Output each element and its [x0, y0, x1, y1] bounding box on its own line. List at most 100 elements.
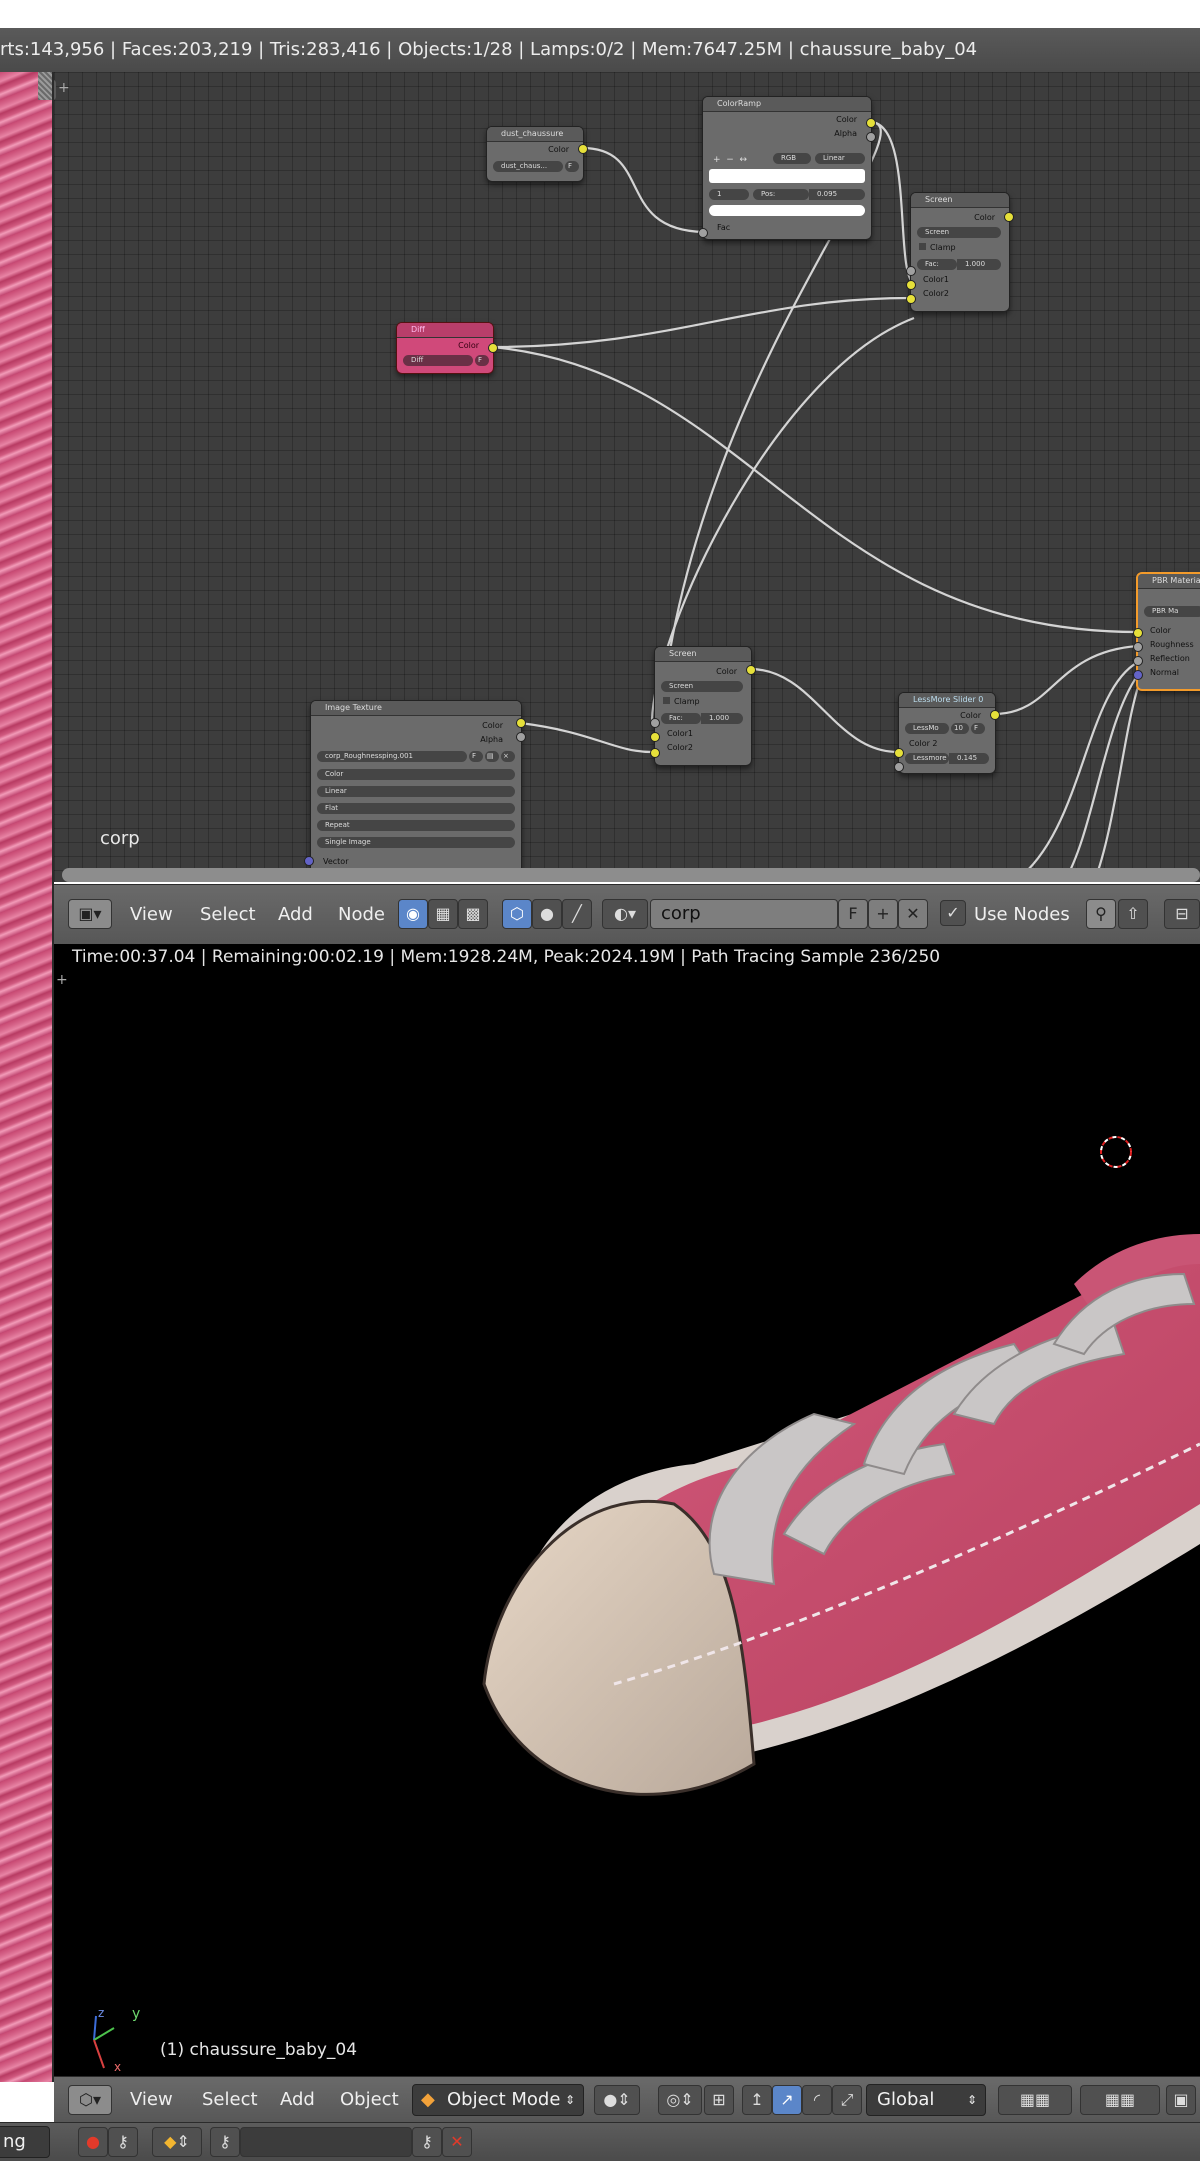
attribute-field[interactable]: dust_chaus... — [493, 161, 563, 172]
material-name-field[interactable]: corp — [650, 899, 838, 929]
ramp-color-mode[interactable]: RGB — [773, 153, 811, 164]
socket-output-color[interactable] — [866, 118, 876, 128]
linestyle-shader-icon[interactable]: ╱ — [562, 899, 592, 929]
rotate-manipulator-icon[interactable]: ◜ — [802, 2085, 832, 2115]
parent-node-tree-icon[interactable]: ⇧ — [1118, 899, 1148, 929]
scene-layers-icon[interactable]: ▦▦ — [998, 2085, 1072, 2115]
viewport-shading-icon[interactable]: ●⇕ — [594, 2085, 640, 2115]
socket-output-alpha[interactable] — [516, 732, 526, 742]
fake-user-toggle[interactable]: F — [475, 355, 489, 366]
ramp-stop-index[interactable]: 1 — [709, 189, 749, 200]
projection-dropdown[interactable]: Flat — [317, 803, 515, 814]
keyframe-type-icon[interactable]: ◆⇕ — [152, 2127, 202, 2157]
texture-preview-strip[interactable] — [0, 72, 54, 2082]
socket-input-color[interactable] — [1133, 628, 1143, 638]
keying-set-icon[interactable]: ⚷ — [210, 2127, 240, 2157]
render-preview-icon[interactable]: ▣ — [1166, 2085, 1196, 2115]
scale-manipulator-icon[interactable]: ⤢ — [832, 2085, 862, 2115]
compositing-nodes-icon[interactable]: ▦ — [428, 899, 458, 929]
lessmore-slider-value[interactable]: 0.145 — [949, 753, 989, 764]
fac-value[interactable]: 1.000 — [957, 259, 1001, 270]
new-material-icon[interactable]: + — [868, 899, 898, 929]
node-diff[interactable]: Diff Color Diff F — [396, 322, 494, 374]
socket-output-color[interactable] — [578, 144, 588, 154]
open-image-icon[interactable]: ▤ — [485, 751, 499, 762]
add-region-icon[interactable]: + — [54, 80, 56, 100]
socket-output-color[interactable] — [746, 665, 756, 675]
color-space-dropdown[interactable]: Color — [317, 769, 515, 780]
socket-output-color[interactable] — [1004, 212, 1014, 222]
socket-output-alpha[interactable] — [866, 132, 876, 142]
world-shader-icon[interactable]: ● — [532, 899, 562, 929]
layer-buttons-icon[interactable]: ▦▦ — [1080, 2085, 1160, 2115]
ramp-pos-label[interactable]: Pos: — [753, 189, 809, 200]
mode-dropdown[interactable]: ◆ Object Mode ⇕ — [412, 2084, 584, 2116]
socket-input-vector[interactable] — [304, 856, 314, 866]
transform-manipulator-icon[interactable]: ↥ — [742, 2085, 772, 2115]
menu-node[interactable]: Node — [338, 885, 385, 945]
socket-input-roughness[interactable] — [1133, 642, 1143, 652]
node-lessmore-slider[interactable]: LessMore Slider 0 Color LessMo 10 F Colo… — [898, 692, 996, 774]
socket-input-color2[interactable] — [894, 748, 904, 758]
manipulator-toggle-icon[interactable]: ⊞ — [704, 2085, 734, 2115]
node-pbr-material[interactable]: PBR Material Sh PBR Ma Color Roughness R… — [1136, 572, 1200, 691]
fac-value[interactable]: 1.000 — [701, 713, 743, 724]
group-field[interactable]: LessMo — [905, 723, 949, 734]
socket-input-fac[interactable] — [906, 266, 916, 276]
socket-input-color1[interactable] — [650, 732, 660, 742]
fake-user-toggle[interactable]: F — [565, 161, 579, 172]
menu-select[interactable]: Select — [202, 2077, 258, 2123]
menu-add[interactable]: Add — [278, 885, 313, 945]
unlink-icon[interactable]: × — [501, 751, 515, 762]
menu-view[interactable]: View — [130, 885, 173, 945]
socket-output-color[interactable] — [516, 718, 526, 728]
menu-object[interactable]: Object — [340, 2077, 399, 2123]
ramp-gradient[interactable] — [709, 169, 865, 183]
socket-input-fac[interactable] — [698, 228, 708, 238]
editor-type-icon[interactable]: ▣▾ — [68, 899, 112, 929]
interpolation-dropdown[interactable]: Linear — [317, 786, 515, 797]
pivot-point-icon[interactable]: ◎⇕ — [658, 2085, 702, 2115]
socket-input-color2[interactable] — [650, 748, 660, 758]
ramp-stop-color[interactable] — [709, 205, 865, 216]
node-colorramp[interactable]: ColorRamp Color Alpha + − ↔ RGB Linear 1… — [702, 96, 872, 240]
fake-user-button[interactable]: F — [838, 899, 868, 929]
clamp-checkbox[interactable]: Clamp — [919, 243, 956, 252]
ramp-pos-value[interactable]: 0.095 — [809, 189, 865, 200]
record-icon[interactable]: ● — [78, 2127, 108, 2157]
socket-input-color1[interactable] — [906, 280, 916, 290]
node-dust-chaussure[interactable]: dust_chaussure Color dust_chaus... F — [486, 126, 584, 182]
node-screen-bottom[interactable]: Screen Color Screen Clamp Fac: 1.000 Col… — [654, 646, 752, 766]
insert-keyframe-icon[interactable]: ⚷ — [412, 2127, 442, 2157]
socket-input-fac[interactable] — [650, 718, 660, 728]
fake-user-toggle[interactable]: F — [469, 751, 483, 762]
blend-mode-dropdown[interactable]: Screen — [661, 681, 743, 692]
source-dropdown[interactable]: Single Image — [317, 837, 515, 848]
group-field[interactable]: Diff — [403, 355, 473, 366]
add-region-icon-3[interactable]: + — [56, 972, 70, 988]
snap-icon[interactable]: ⊟ — [1164, 899, 1200, 929]
unlink-material-icon[interactable]: ✕ — [898, 899, 928, 929]
ramp-interpolation[interactable]: Linear — [815, 153, 865, 164]
keying-icon[interactable]: ⚷ — [108, 2127, 138, 2157]
rendered-viewport[interactable]: z y x + — [54, 944, 1200, 2076]
socket-input-reflection[interactable] — [1133, 656, 1143, 666]
playback-dropdown[interactable]: ng — [0, 2126, 50, 2158]
material-browse-icon[interactable]: ◐▾ — [602, 899, 648, 929]
node-editor[interactable]: + + dust_chaussure Color dust_chaus... F… — [54, 72, 1200, 882]
horizontal-scrollbar[interactable] — [62, 868, 1200, 882]
socket-output-color[interactable] — [488, 343, 498, 353]
menu-select[interactable]: Select — [200, 885, 256, 945]
pin-icon[interactable]: ⚲ — [1086, 899, 1116, 929]
lessmore-slider-label[interactable]: Lessmore — [905, 753, 949, 764]
editor-type-icon[interactable]: ⬡▾ — [68, 2085, 112, 2115]
area-split-handle[interactable] — [38, 72, 52, 100]
socket-input-color2[interactable] — [906, 294, 916, 304]
blend-mode-dropdown[interactable]: Screen — [917, 227, 1001, 238]
fac-label[interactable]: Fac: — [661, 713, 701, 724]
extension-dropdown[interactable]: Repeat — [317, 820, 515, 831]
add-region-icon-2[interactable]: + — [58, 80, 72, 100]
socket-input-normal[interactable] — [1133, 670, 1143, 680]
use-nodes-checkbox[interactable]: ✓ — [940, 900, 966, 926]
group-field[interactable]: PBR Ma — [1144, 606, 1200, 617]
